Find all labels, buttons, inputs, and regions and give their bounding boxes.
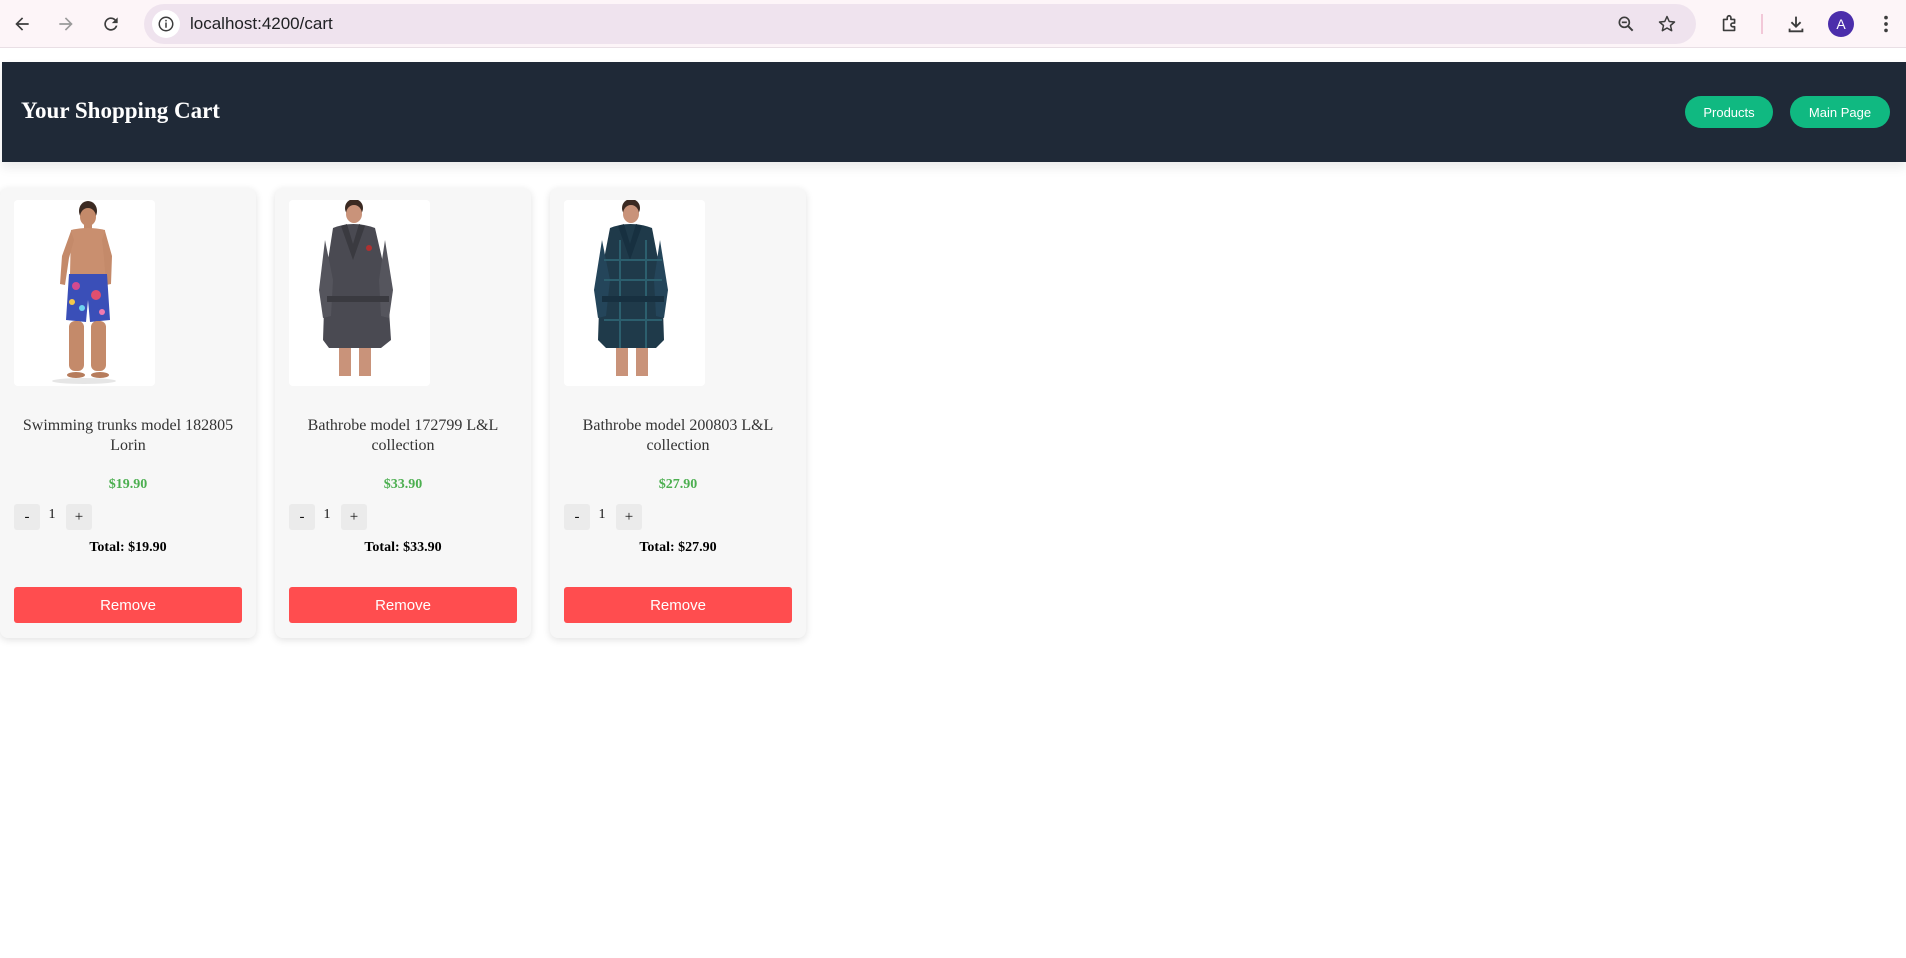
cart-item-card: Bathrobe model 172799 L&L collection $33… [275, 188, 531, 638]
products-button[interactable]: Products [1685, 96, 1773, 128]
cart-header: Your Shopping Cart Products Main Page [2, 62, 1906, 162]
item-total: Total: $19.90 [89, 540, 167, 555]
remove-button[interactable]: Remove [564, 587, 792, 623]
quantity-value: 1 [323, 507, 331, 522]
address-bar[interactable]: localhost:4200/cart [144, 4, 1696, 44]
site-info-icon[interactable] [152, 10, 180, 38]
cart-item-card: Bathrobe model 200803 L&L collection $27… [550, 188, 806, 638]
main-page-button[interactable]: Main Page [1790, 96, 1890, 128]
forward-arrow-icon[interactable] [52, 10, 80, 38]
browser-toolbar: localhost:4200/cart A [0, 0, 1906, 48]
increment-quantity-button[interactable]: + [66, 504, 92, 530]
star-icon[interactable] [1656, 13, 1678, 35]
item-total: Total: $33.90 [364, 540, 442, 555]
product-price: $19.90 [108, 477, 148, 492]
profile-avatar[interactable]: A [1828, 11, 1854, 37]
toolbar-divider [1761, 14, 1763, 34]
product-name: Bathrobe model 172799 L&L collection [307, 417, 499, 454]
increment-quantity-button[interactable]: + [341, 504, 367, 530]
download-icon[interactable] [1784, 12, 1808, 36]
product-image [14, 200, 155, 386]
quantity-value: 1 [598, 507, 606, 522]
product-name: Swimming trunks model 182805 Lorin [22, 417, 234, 454]
product-price: $27.90 [658, 477, 698, 492]
product-image [289, 200, 430, 386]
back-arrow-icon[interactable] [8, 10, 36, 38]
item-total: Total: $27.90 [639, 540, 717, 555]
decrement-quantity-button[interactable]: - [564, 504, 590, 530]
remove-button[interactable]: Remove [14, 587, 242, 623]
increment-quantity-button[interactable]: + [616, 504, 642, 530]
extensions-icon[interactable] [1718, 12, 1742, 36]
remove-button[interactable]: Remove [289, 587, 517, 623]
product-image [564, 200, 705, 386]
decrement-quantity-button[interactable]: - [14, 504, 40, 530]
kebab-menu-icon[interactable] [1874, 12, 1898, 36]
decrement-quantity-button[interactable]: - [289, 504, 315, 530]
page-title: Your Shopping Cart [21, 98, 220, 123]
product-price: $33.90 [383, 477, 423, 492]
quantity-value: 1 [48, 507, 56, 522]
zoom-icon[interactable] [1615, 13, 1637, 35]
product-name: Bathrobe model 200803 L&L collection [582, 417, 774, 454]
cart-item-card: Swimming trunks model 182805 Lorin $19.9… [0, 188, 256, 638]
reload-icon[interactable] [97, 10, 125, 38]
url-text[interactable]: localhost:4200/cart [190, 14, 333, 34]
